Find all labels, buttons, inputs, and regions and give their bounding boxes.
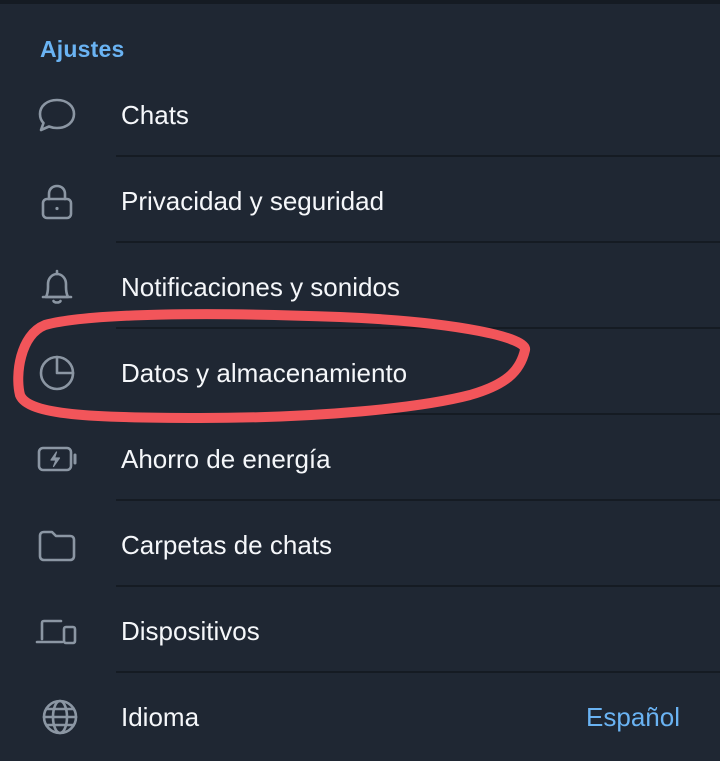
- settings-item-label: Chats: [121, 100, 189, 130]
- settings-item-label: Carpetas de chats: [121, 530, 333, 560]
- settings-item-label: Notificaciones y sonidos: [121, 272, 400, 302]
- settings-item-chats[interactable]: Chats: [0, 71, 720, 157]
- settings-item-label: Dispositivos: [121, 616, 260, 646]
- settings-item-power-saving[interactable]: Ahorro de energía: [0, 415, 720, 501]
- settings-item-label: Datos y almacenamiento: [121, 358, 408, 388]
- section-title: Ajustes: [40, 36, 125, 62]
- globe-icon: [34, 697, 80, 737]
- bell-icon: [34, 267, 80, 307]
- pie-chart-icon: [34, 353, 80, 393]
- settings-item-data-storage[interactable]: Datos y almacenamiento: [0, 329, 720, 415]
- chat-bubble-icon: [34, 95, 80, 135]
- settings-item-chat-folders[interactable]: Carpetas de chats: [0, 501, 720, 587]
- settings-item-label: Idioma: [121, 702, 200, 732]
- devices-icon: [34, 611, 80, 651]
- top-strip: [0, 0, 720, 4]
- folder-icon: [34, 525, 80, 565]
- settings-item-privacy[interactable]: Privacidad y seguridad: [0, 157, 720, 243]
- settings-item-notifications[interactable]: Notificaciones y sonidos: [0, 243, 720, 329]
- settings-item-label: Privacidad y seguridad: [121, 186, 385, 216]
- language-value: Español: [586, 702, 680, 732]
- settings-item-devices[interactable]: Dispositivos: [0, 587, 720, 673]
- settings-screen: Ajustes Chats Privacidad y seguridad Not…: [0, 0, 720, 761]
- settings-item-language[interactable]: Idioma Español: [0, 673, 720, 759]
- lock-icon: [34, 181, 80, 221]
- settings-item-label: Ahorro de energía: [121, 444, 331, 474]
- battery-icon: [34, 439, 80, 479]
